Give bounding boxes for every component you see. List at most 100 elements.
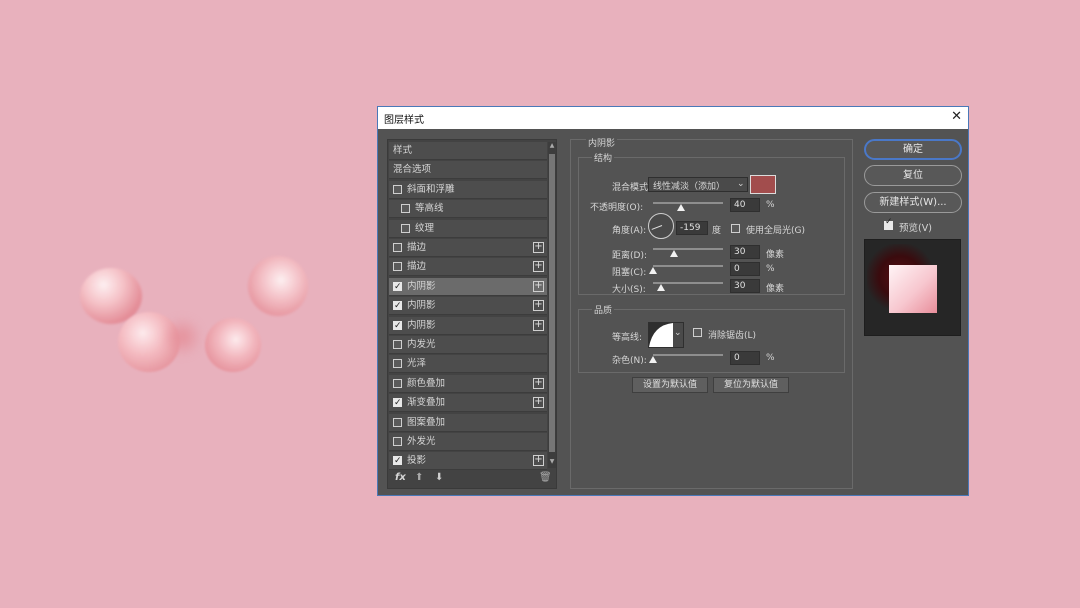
style-item[interactable]: 等高线 <box>389 200 547 219</box>
reset-default-button[interactable]: 复位为默认值 <box>713 377 789 393</box>
style-item-checkbox[interactable] <box>393 417 402 427</box>
move-down-icon[interactable]: ⬇ <box>435 472 443 483</box>
style-item-checkbox[interactable] <box>393 452 402 470</box>
scroll-down-icon[interactable]: ▼ <box>548 458 556 465</box>
angle-input[interactable]: -159 <box>676 221 708 235</box>
style-item[interactable]: 描边 + <box>389 239 547 257</box>
style-item-label: 纹理 <box>415 222 435 234</box>
add-effect-icon[interactable]: + <box>533 242 544 253</box>
style-item[interactable]: 光泽 <box>389 355 547 374</box>
new-style-button[interactable]: 新建样式(W)... <box>864 192 962 213</box>
style-item-checkbox[interactable] <box>393 262 402 272</box>
add-effect-icon[interactable]: + <box>533 300 544 312</box>
move-up-icon[interactable]: ⬆ <box>415 472 423 483</box>
style-item[interactable]: 图案叠加 <box>389 413 547 432</box>
preview-label: 预览(V) <box>899 223 932 234</box>
add-effect-icon[interactable]: + <box>533 397 544 409</box>
style-item[interactable]: 内阴影 + <box>389 316 547 335</box>
opacity-input[interactable]: 40 <box>730 198 760 212</box>
styles-scrollbar[interactable]: ▲ ▼ <box>548 142 556 468</box>
sphere-artwork <box>248 256 308 316</box>
style-item-checkbox[interactable] <box>393 394 402 412</box>
shadow-color-swatch[interactable] <box>750 175 776 194</box>
distance-input[interactable]: 30 <box>730 245 760 259</box>
style-item-checkbox[interactable] <box>401 223 410 233</box>
blend-mode-value: 线性减淡（添加） <box>653 182 726 192</box>
contour-label: 等高线: <box>612 333 643 343</box>
opacity-slider-track[interactable] <box>653 202 723 204</box>
choke-slider-handle[interactable] <box>649 267 657 274</box>
angle-dial[interactable] <box>648 213 674 239</box>
choke-slider-track[interactable] <box>653 265 723 267</box>
preview-checkbox[interactable] <box>884 217 893 230</box>
styles-toolbar: fx ⬆ ⬇ 🗑 <box>389 470 555 488</box>
style-item-label: 光泽 <box>407 358 427 370</box>
global-light-label: 使用全局光(G) <box>746 226 805 236</box>
size-input[interactable]: 30 <box>730 279 760 293</box>
close-icon[interactable]: ✕ <box>951 109 962 124</box>
opacity-label: 不透明度(O): <box>590 203 644 213</box>
inner-shadow-settings: 内阴影 结构 混合模式: 线性减淡（添加） ⌄ 不透明度(O): 40 % 角度… <box>570 129 853 489</box>
size-slider-handle[interactable] <box>657 284 666 291</box>
style-item-checkbox[interactable] <box>393 317 402 335</box>
style-item-checkbox[interactable] <box>393 340 402 349</box>
style-item-checkbox[interactable] <box>393 359 402 369</box>
style-item-checkbox[interactable] <box>401 204 410 214</box>
style-item[interactable]: 内阴影 + <box>389 277 547 296</box>
layer-style-dialog: 图层样式 ✕ 样式混合选项斜面和浮雕等高线纹理描边+描边+内阴影+内阴影+内阴影… <box>377 106 969 496</box>
scroll-up-icon[interactable]: ▲ <box>548 142 556 149</box>
style-item-checkbox[interactable] <box>393 184 402 194</box>
distance-slider-handle[interactable] <box>670 250 678 257</box>
fx-menu-icon[interactable]: fx <box>395 472 406 483</box>
noise-unit: % <box>766 353 775 363</box>
reset-button[interactable]: 复位 <box>864 165 962 186</box>
style-item-checkbox[interactable] <box>393 243 402 252</box>
add-effect-icon[interactable]: + <box>533 261 544 273</box>
style-item[interactable]: 颜色叠加 + <box>389 374 547 393</box>
global-light-checkbox[interactable] <box>731 224 740 233</box>
style-item-label: 内阴影 <box>407 300 436 312</box>
style-item-label: 描边 <box>407 261 427 273</box>
size-unit: 像素 <box>766 284 785 294</box>
style-item[interactable]: 斜面和浮雕 <box>389 180 547 199</box>
add-effect-icon[interactable]: + <box>533 319 544 331</box>
styles-list-panel: 样式混合选项斜面和浮雕等高线纹理描边 + 描边 + 内阴影 + 内阴影 + 内阴影 + 内发光光泽颜… <box>387 139 557 489</box>
style-item[interactable]: 外发光 <box>389 433 547 451</box>
opacity-slider-handle[interactable] <box>677 204 685 211</box>
style-item-label: 颜色叠加 <box>407 377 446 389</box>
chevron-down-icon: ⌄ <box>674 328 682 338</box>
style-item-checkbox[interactable] <box>393 297 402 315</box>
add-effect-icon[interactable]: + <box>533 377 544 389</box>
style-item-checkbox[interactable] <box>393 278 402 296</box>
add-effect-icon[interactable]: + <box>533 455 544 467</box>
style-item[interactable]: 纹理 <box>389 219 547 238</box>
noise-input[interactable]: 0 <box>730 351 760 365</box>
contour-picker[interactable]: ⌄ <box>648 322 684 348</box>
style-item[interactable]: 描边 + <box>389 258 547 277</box>
antialias-checkbox[interactable] <box>693 328 702 337</box>
style-item[interactable]: 混合选项 <box>389 161 547 180</box>
style-item[interactable]: 渐变叠加 + <box>389 394 547 413</box>
style-item-label: 描边 <box>407 242 427 253</box>
size-label: 大小(S): <box>612 285 646 295</box>
add-effect-icon[interactable]: + <box>533 280 544 292</box>
scrollbar-thumb[interactable] <box>549 154 555 452</box>
style-item[interactable]: 样式 <box>389 142 547 160</box>
noise-slider-track[interactable] <box>653 354 723 356</box>
blend-mode-select[interactable]: 线性减淡（添加） ⌄ <box>648 177 748 192</box>
distance-slider-track[interactable] <box>653 248 723 250</box>
set-default-button[interactable]: 设置为默认值 <box>632 377 708 393</box>
angle-unit: 度 <box>712 226 722 236</box>
noise-slider-handle[interactable] <box>649 356 657 363</box>
style-item[interactable]: 内发光 <box>389 336 547 354</box>
ok-button[interactable]: 确定 <box>864 139 962 160</box>
blend-mode-label: 混合模式: <box>612 183 652 193</box>
style-item-checkbox[interactable] <box>393 437 402 446</box>
style-item-label: 等高线 <box>415 203 444 215</box>
style-item[interactable]: 内阴影 + <box>389 297 547 316</box>
style-item-checkbox[interactable] <box>393 378 402 388</box>
section-title: 内阴影 <box>586 136 618 149</box>
choke-input[interactable]: 0 <box>730 262 760 276</box>
trash-icon[interactable]: 🗑 <box>539 472 552 483</box>
style-item[interactable]: 投影 + <box>389 452 547 471</box>
